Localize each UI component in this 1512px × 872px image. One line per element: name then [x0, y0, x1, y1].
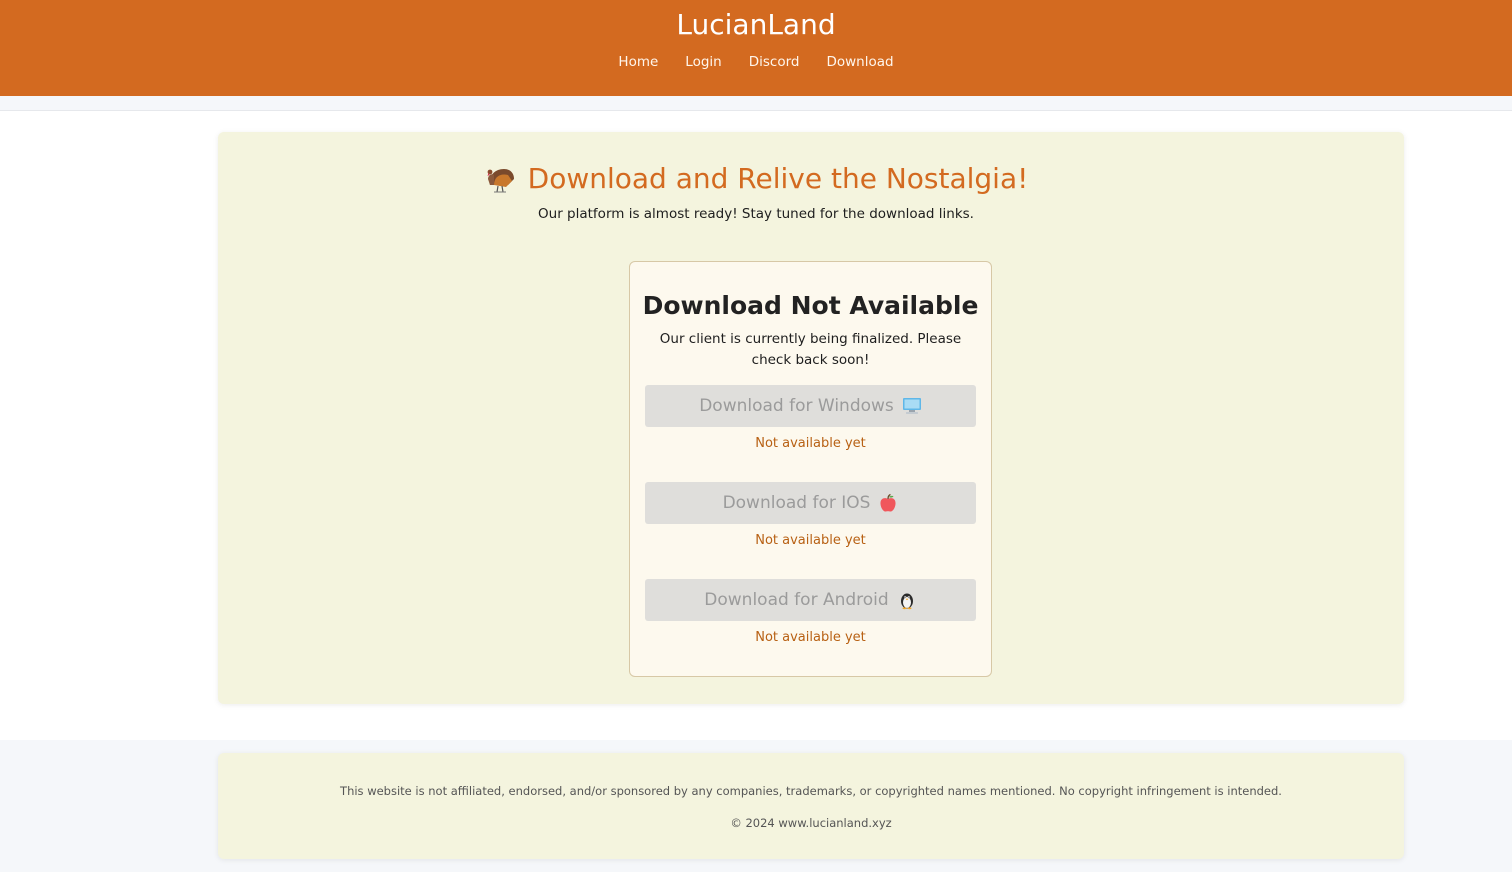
download-ios-button[interactable]: Download for IOS [645, 482, 976, 524]
turkey-icon [487, 169, 514, 193]
computer-icon [902, 398, 921, 414]
hero-title: Download and Relive the Nostalgia! [527, 162, 1029, 195]
penguin-icon [900, 593, 913, 610]
download-windows-button[interactable]: Download for Windows [645, 385, 976, 427]
main-nav: Home Login Discord Download [0, 52, 1512, 72]
nav-download-link[interactable]: Download [826, 52, 893, 72]
download-android-button[interactable]: Download for Android [645, 579, 976, 621]
download-android-label: Download for Android [704, 590, 889, 610]
top-navbar: LucianLand Home Login Discord Download [0, 0, 1512, 96]
footer-disclaimer: This website is not affiliated, endorsed… [340, 784, 1282, 798]
nav-home-link[interactable]: Home [618, 52, 658, 72]
nav-login-link[interactable]: Login [685, 52, 721, 72]
site-brand[interactable]: LucianLand [0, 6, 1512, 44]
hero-subtitle: Our platform is almost ready! Stay tuned… [538, 206, 974, 222]
download-ios-label: Download for IOS [722, 493, 871, 513]
nav-discord-link[interactable]: Discord [749, 52, 800, 72]
footer: This website is not affiliated, endorsed… [218, 753, 1404, 859]
download-card: Download Not Available Our client is cur… [629, 261, 992, 677]
windows-status: Not available yet [755, 436, 866, 451]
ios-status: Not available yet [755, 533, 866, 548]
download-card-description: Our client is currently being finalized.… [659, 331, 962, 368]
download-windows-label: Download for Windows [699, 396, 894, 416]
header-divider-band [0, 96, 1512, 111]
android-status: Not available yet [755, 630, 866, 645]
download-card-title: Download Not Available [642, 291, 979, 320]
footer-copyright: © 2024 www.lucianland.xyz [730, 816, 892, 830]
apple-icon [880, 493, 896, 512]
hero-heading: Download and Relive the Nostalgia! [0, 160, 1512, 198]
